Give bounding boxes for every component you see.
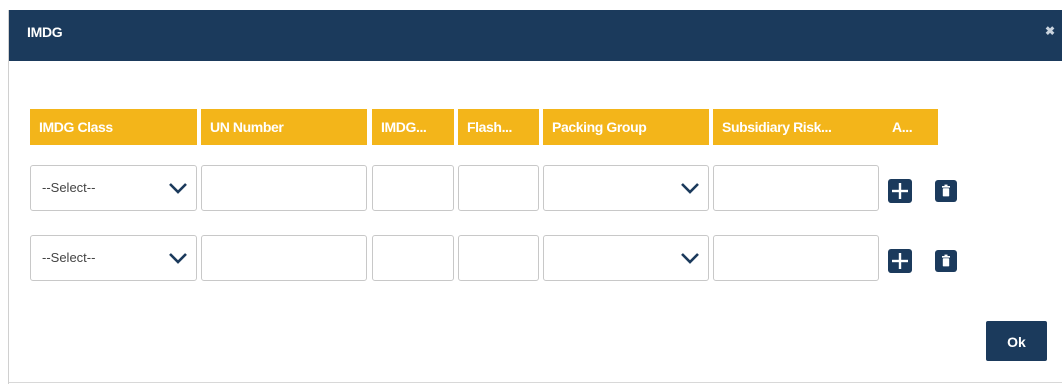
add-row-button[interactable] [888, 249, 912, 273]
column-header-flash: Flash... [458, 109, 539, 145]
chevron-down-icon [681, 253, 699, 264]
trash-icon [942, 254, 950, 267]
un-number-input[interactable] [201, 235, 367, 281]
column-header-un-number: UN Number [201, 109, 367, 145]
column-header-imdg: IMDG... [372, 109, 454, 145]
delete-row-button[interactable] [935, 180, 957, 202]
imdg-input[interactable] [372, 235, 454, 281]
chevron-down-icon [169, 253, 187, 264]
imdg-class-select[interactable]: --Select-- [30, 165, 197, 211]
plus-icon [892, 253, 908, 269]
subsidiary-risk-input[interactable] [713, 165, 879, 211]
un-number-input[interactable] [201, 165, 367, 211]
select-value: --Select-- [42, 180, 96, 195]
close-icon[interactable]: ✖ [1045, 24, 1055, 38]
add-row-button[interactable] [888, 179, 912, 203]
imdg-class-select[interactable]: --Select-- [30, 235, 197, 281]
dialog-titlebar: IMDG ✖ [9, 10, 1062, 61]
column-header-actions: A... [883, 109, 938, 145]
packing-group-select[interactable] [543, 235, 709, 281]
trash-icon [942, 184, 950, 197]
flash-input[interactable] [458, 235, 539, 281]
chevron-down-icon [681, 183, 699, 194]
packing-group-select[interactable] [543, 165, 709, 211]
flash-input[interactable] [458, 165, 539, 211]
imdg-dialog: IMDG ✖ IMDG Class UN Number IMDG... Flas… [8, 10, 1062, 384]
subsidiary-risk-input[interactable] [713, 235, 879, 281]
delete-row-button[interactable] [935, 250, 957, 272]
column-header-packing-group: Packing Group [543, 109, 709, 145]
dialog-title: IMDG [27, 24, 63, 40]
column-header-subsidiary-risk: Subsidiary Risk... [713, 109, 883, 145]
dialog-bottom-border [9, 382, 1062, 383]
column-header-imdg-class: IMDG Class [30, 109, 197, 145]
select-value: --Select-- [42, 250, 96, 265]
ok-button[interactable]: Ok [986, 321, 1047, 361]
chevron-down-icon [169, 183, 187, 194]
imdg-input[interactable] [372, 165, 454, 211]
plus-icon [892, 183, 908, 199]
